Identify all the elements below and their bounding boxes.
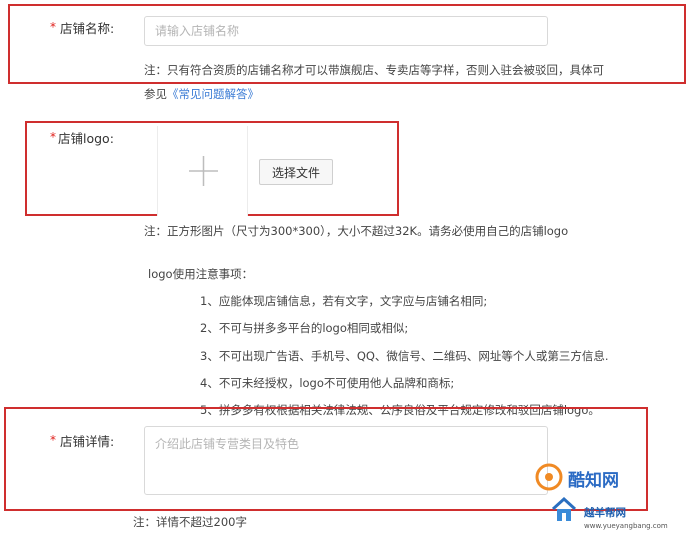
logo-size-note: 注：正方形图片（尺寸为300*300），大小不超过32K。请务必使用自己的店铺l…: [144, 224, 569, 238]
logo-rule-item: 2、不可与拼多多平台的logo相同或相似;: [200, 321, 409, 335]
store-detail-textarea[interactable]: [144, 426, 548, 495]
store-detail-label: 店铺详情:: [60, 434, 115, 449]
store-detail-note: 注：详情不超过200字: [133, 515, 247, 529]
logo-rule-item: 3、不可出现广告语、手机号、QQ、微信号、二维码、网址等个人或第三方信息.: [200, 349, 609, 363]
required-mark: *: [50, 20, 56, 34]
required-mark: *: [50, 433, 56, 447]
watermark-house-icon: [551, 496, 577, 521]
watermark-url: www.yueyangbang.com: [584, 522, 668, 530]
plus-icon: [189, 156, 218, 186]
store-name-note-line2: 参见《常见问题解答》: [144, 86, 259, 102]
store-logo-label: 店铺logo:: [58, 131, 114, 146]
logo-rule-item: 1、应能体现店铺信息，若有文字，文字应与店铺名相同;: [200, 294, 488, 308]
watermark: 酷知网 越羊帮网 www.yueyangbang.com: [532, 460, 688, 536]
logo-rule-item: 5、拼多多有权根据相关法律法规、公序良俗及平台规定修改和驳回店铺logo。: [200, 403, 600, 417]
store-name-note: 注：只有符合资质的店铺名称才可以带旗舰店、专卖店等字样，否则入驻会被驳回，具体可: [144, 63, 604, 77]
logo-rules-title: logo使用注意事项：: [148, 267, 254, 281]
logo-rule-item: 4、不可未经授权，logo不可使用他人品牌和商标;: [200, 376, 455, 390]
choose-file-button[interactable]: 选择文件: [259, 159, 333, 185]
watermark-logo-text: 酷知网: [568, 471, 619, 491]
watermark-site-name: 越羊帮网: [584, 507, 626, 519]
logo-upload-area[interactable]: [157, 126, 248, 216]
store-name-input[interactable]: [144, 16, 548, 46]
required-mark: *: [50, 130, 56, 144]
see-also-text: 参见: [144, 87, 167, 101]
faq-link[interactable]: 《常见问题解答》: [167, 87, 259, 101]
watermark-emblem-icon: [535, 463, 563, 491]
store-name-label: 店铺名称:: [60, 21, 115, 36]
